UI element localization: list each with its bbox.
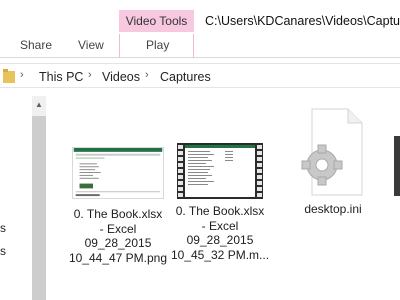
tab-view[interactable]: View (78, 38, 104, 52)
nav-item-fragment[interactable]: s (0, 244, 6, 258)
file-name: 0. The Book.xlsx - Excel 09_28_2015 10_4… (68, 207, 168, 265)
tab-share[interactable]: Share (20, 38, 52, 52)
breadcrumb-videos[interactable]: Videos (102, 70, 140, 84)
file-item[interactable]: 0. The Book.xlsx - Excel 09_28_2015 10_4… (68, 147, 168, 265)
file-name: desktop.ini (304, 202, 362, 216)
spreadsheet-thumbnail-icon (72, 147, 164, 199)
chevron-right-icon[interactable]: › (20, 69, 24, 81)
chevron-right-icon[interactable]: › (88, 69, 92, 81)
window-title: C:\Users\KDCanares\Videos\Captures (205, 14, 400, 28)
scroll-up-icon[interactable]: ▲ (35, 100, 43, 109)
nav-scrollbar-thumb[interactable] (32, 116, 46, 300)
file-list: 0. The Book.xlsx - Excel 09_28_2015 10_4… (48, 89, 400, 300)
file-item[interactable]: desktop.ini (288, 107, 378, 217)
file-item[interactable]: 0. The Book.xlsx - Excel 09_28_2015 10_4… (170, 143, 270, 262)
breadcrumb-captures[interactable]: Captures (160, 70, 211, 84)
video-tools-context-header: Video Tools (119, 10, 194, 32)
breadcrumb-this-pc[interactable]: This PC (39, 70, 83, 84)
nav-item-fragment[interactable]: s (0, 221, 6, 235)
folder-icon (3, 69, 15, 83)
video-filmstrip-icon[interactable] (394, 136, 400, 196)
ribbon-tabs: Share View Play (0, 34, 400, 58)
title-bar: Video Tools C:\Users\KDCanares\Videos\Ca… (0, 0, 400, 34)
file-name: 0. The Book.xlsx - Excel 09_28_2015 10_4… (170, 204, 270, 262)
gear-settings-icon (301, 108, 363, 196)
chevron-right-icon[interactable]: › (145, 69, 149, 81)
tab-play[interactable]: Play (146, 38, 169, 52)
address-bar[interactable]: › This PC › Videos › Captures (0, 63, 400, 88)
video-filmstrip-icon (177, 143, 263, 199)
